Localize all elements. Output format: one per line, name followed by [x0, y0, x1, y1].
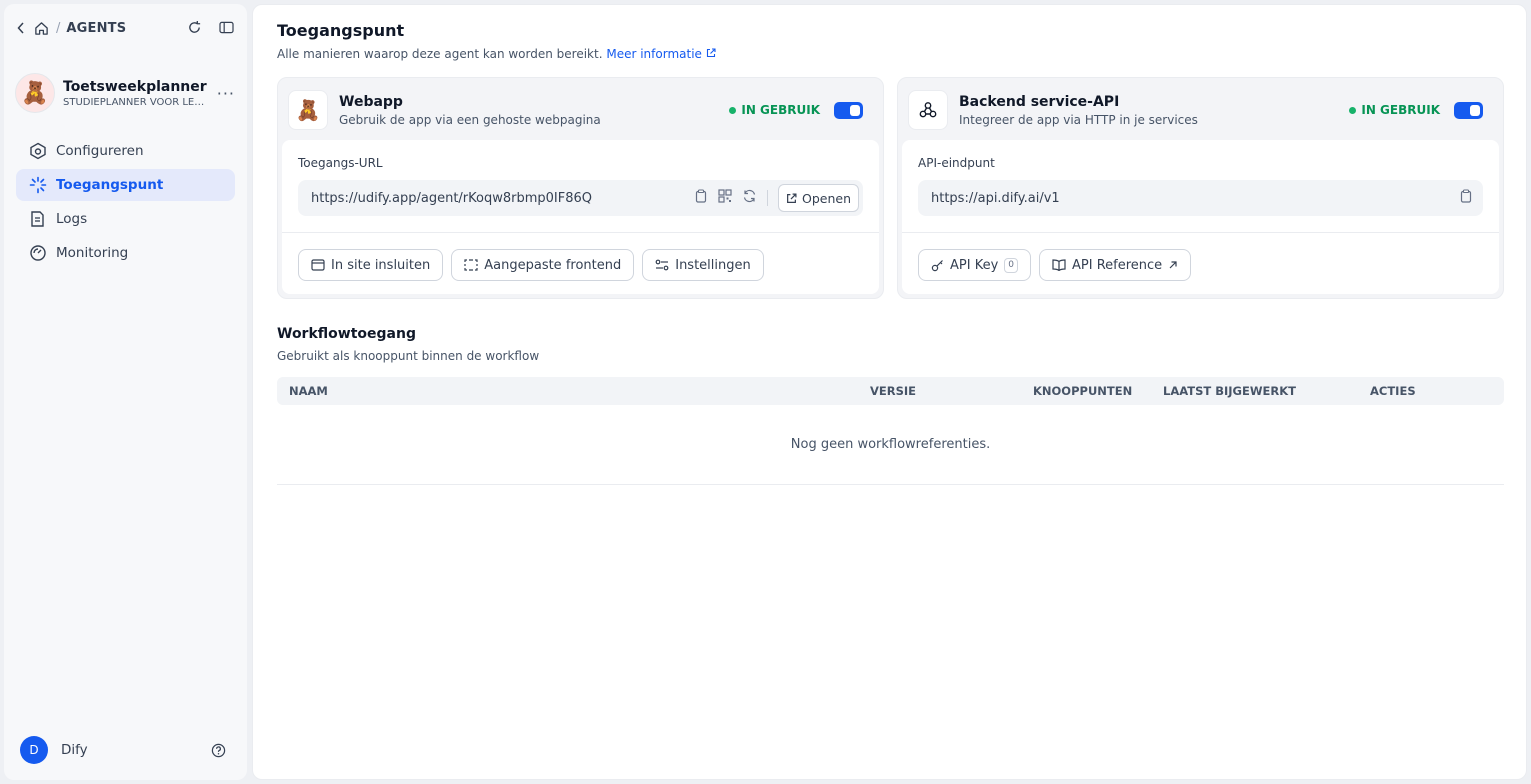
webapp-card: 🧸 Webapp Gebruik de app via een gehoste …: [277, 77, 884, 299]
status-text: IN GEBRUIK: [741, 103, 820, 117]
workflow-empty-state: Nog geen workflowreferenties.: [790, 437, 991, 452]
column-header-knooppunten: KNOOPPUNTEN: [1033, 384, 1133, 398]
user-name: Dify: [61, 742, 88, 758]
open-button-label: Openen: [802, 190, 851, 206]
sidebar: / AGENTS 🧸 Toetsweekplanner STUDIEPLANNE…: [4, 4, 247, 780]
api-title: Backend service-API: [959, 93, 1120, 110]
webapp-desc: Gebruik de app via een gehoste webpagina: [339, 112, 601, 127]
sidebar-item-configureren[interactable]: Configureren: [16, 135, 235, 167]
api-endpoint-field: https://api.dify.ai/v1: [918, 180, 1483, 216]
breadcrumb-separator: /: [56, 20, 61, 36]
page-title: Toegangspunt: [277, 21, 405, 40]
custom-frontend-icon: [464, 259, 478, 271]
embed-button-label: In site insluiten: [331, 257, 431, 273]
workflow-subtitle: Gebruikt als knooppunt binnen de workflo…: [277, 349, 540, 363]
access-point-icon: [29, 176, 47, 194]
webapp-avatar: 🧸: [288, 90, 328, 130]
more-info-link-text: Meer informatie: [606, 47, 702, 61]
webapp-title: Webapp: [339, 93, 403, 110]
webapp-toggle[interactable]: [834, 101, 863, 119]
refresh-icon[interactable]: [185, 18, 203, 36]
api-key-label: API Key: [950, 257, 999, 273]
access-url-value: https://udify.app/agent/rKoqw8rbmp0IF86Q: [311, 190, 593, 206]
sidebar-item-toegangspunt[interactable]: Toegangspunt: [16, 169, 235, 201]
api-icon: [908, 90, 948, 130]
api-key-button[interactable]: API Key 0: [918, 249, 1032, 281]
column-header-naam: NAAM: [289, 384, 328, 398]
external-link-icon: [706, 48, 716, 58]
column-header-acties: ACTIES: [1370, 384, 1416, 398]
settings-sliders-icon: [655, 259, 669, 271]
embed-button[interactable]: In site insluiten: [298, 249, 444, 281]
page-subtitle: Alle manieren waarop deze agent kan word…: [277, 47, 716, 61]
help-icon[interactable]: [209, 741, 227, 759]
more-options-icon[interactable]: ···: [217, 84, 235, 103]
status-badge: IN GEBRUIK: [729, 103, 820, 117]
app-subtitle: STUDIEPLANNER VOOR LEERLINGEN: [63, 96, 205, 108]
divider: [282, 232, 879, 233]
user-menu[interactable]: D Dify: [20, 736, 227, 764]
api-toggle[interactable]: [1454, 101, 1483, 119]
workflow-table-header: NAAM VERSIE KNOOPPUNTEN LAATST BIJGEWERK…: [277, 377, 1504, 405]
page-subtitle-text: Alle manieren waarop deze agent kan word…: [277, 47, 603, 61]
access-url-field: https://udify.app/agent/rKoqw8rbmp0IF86Q…: [298, 180, 863, 216]
monitoring-icon: [30, 245, 46, 261]
divider: [767, 190, 768, 206]
settings-button-label: Instellingen: [675, 257, 751, 273]
sidebar-item-label: Logs: [56, 211, 88, 227]
status-dot: [1349, 106, 1357, 114]
logs-icon: [31, 211, 44, 227]
column-header-versie: VERSIE: [870, 384, 917, 398]
external-link-icon: [787, 192, 797, 203]
home-icon[interactable]: [32, 19, 50, 37]
sidebar-item-logs[interactable]: Logs: [16, 203, 235, 235]
api-desc: Integreer de app via HTTP in je services: [959, 112, 1198, 127]
embed-icon: [311, 259, 325, 271]
access-url-label: Toegangs-URL: [298, 156, 383, 170]
book-icon: [1052, 259, 1066, 271]
arrow-up-right-icon: [1169, 261, 1177, 269]
sidebar-item-monitoring[interactable]: Monitoring: [16, 237, 235, 269]
api-card: Backend service-API Integreer de app via…: [897, 77, 1504, 299]
divider: [277, 484, 1504, 485]
sidebar-item-label: Monitoring: [56, 245, 129, 261]
breadcrumb-agents[interactable]: AGENTS: [66, 21, 126, 36]
app-name: Toetsweekplanner: [63, 78, 207, 95]
status-text: IN GEBRUIK: [1361, 103, 1440, 117]
sidebar-nav: Configureren Toegangspunt Logs Monitorin…: [16, 135, 235, 271]
settings-button[interactable]: Instellingen: [642, 249, 764, 281]
custom-frontend-button-label: Aangepaste frontend: [484, 257, 622, 273]
breadcrumb: / AGENTS: [16, 18, 126, 38]
copy-icon[interactable]: [1459, 189, 1473, 207]
sidebar-item-label: Toegangspunt: [56, 177, 164, 193]
api-endpoint-label: API-eindpunt: [918, 156, 995, 170]
sidebar-item-label: Configureren: [56, 143, 144, 159]
copy-icon[interactable]: [694, 189, 708, 207]
regenerate-icon[interactable]: [742, 189, 757, 207]
divider: [902, 232, 1499, 233]
api-reference-label: API Reference: [1072, 257, 1163, 273]
custom-frontend-button[interactable]: Aangepaste frontend: [451, 249, 635, 281]
configure-icon: [30, 142, 46, 160]
qr-code-icon[interactable]: [718, 189, 732, 207]
key-icon: [931, 259, 943, 271]
sidebar-toggle-icon[interactable]: [217, 18, 235, 36]
app-avatar: 🧸: [15, 73, 55, 113]
api-key-count: 0: [1004, 257, 1019, 273]
open-button[interactable]: Openen: [778, 184, 859, 212]
api-reference-button[interactable]: API Reference: [1039, 249, 1192, 281]
chevron-left-icon[interactable]: [16, 19, 26, 37]
status-dot: [729, 106, 737, 114]
app-card[interactable]: 🧸 Toetsweekplanner STUDIEPLANNER VOOR LE…: [15, 70, 235, 116]
more-info-link[interactable]: Meer informatie: [606, 47, 716, 61]
main-panel: Toegangspunt Alle manieren waarop deze a…: [252, 4, 1527, 780]
avatar: D: [20, 736, 48, 764]
workflow-title: Workflowtoegang: [277, 326, 416, 342]
column-header-laatst-bijgewerkt: LAATST BIJGEWERKT: [1163, 384, 1296, 398]
api-endpoint-value: https://api.dify.ai/v1: [931, 190, 1060, 206]
status-badge: IN GEBRUIK: [1349, 103, 1440, 117]
